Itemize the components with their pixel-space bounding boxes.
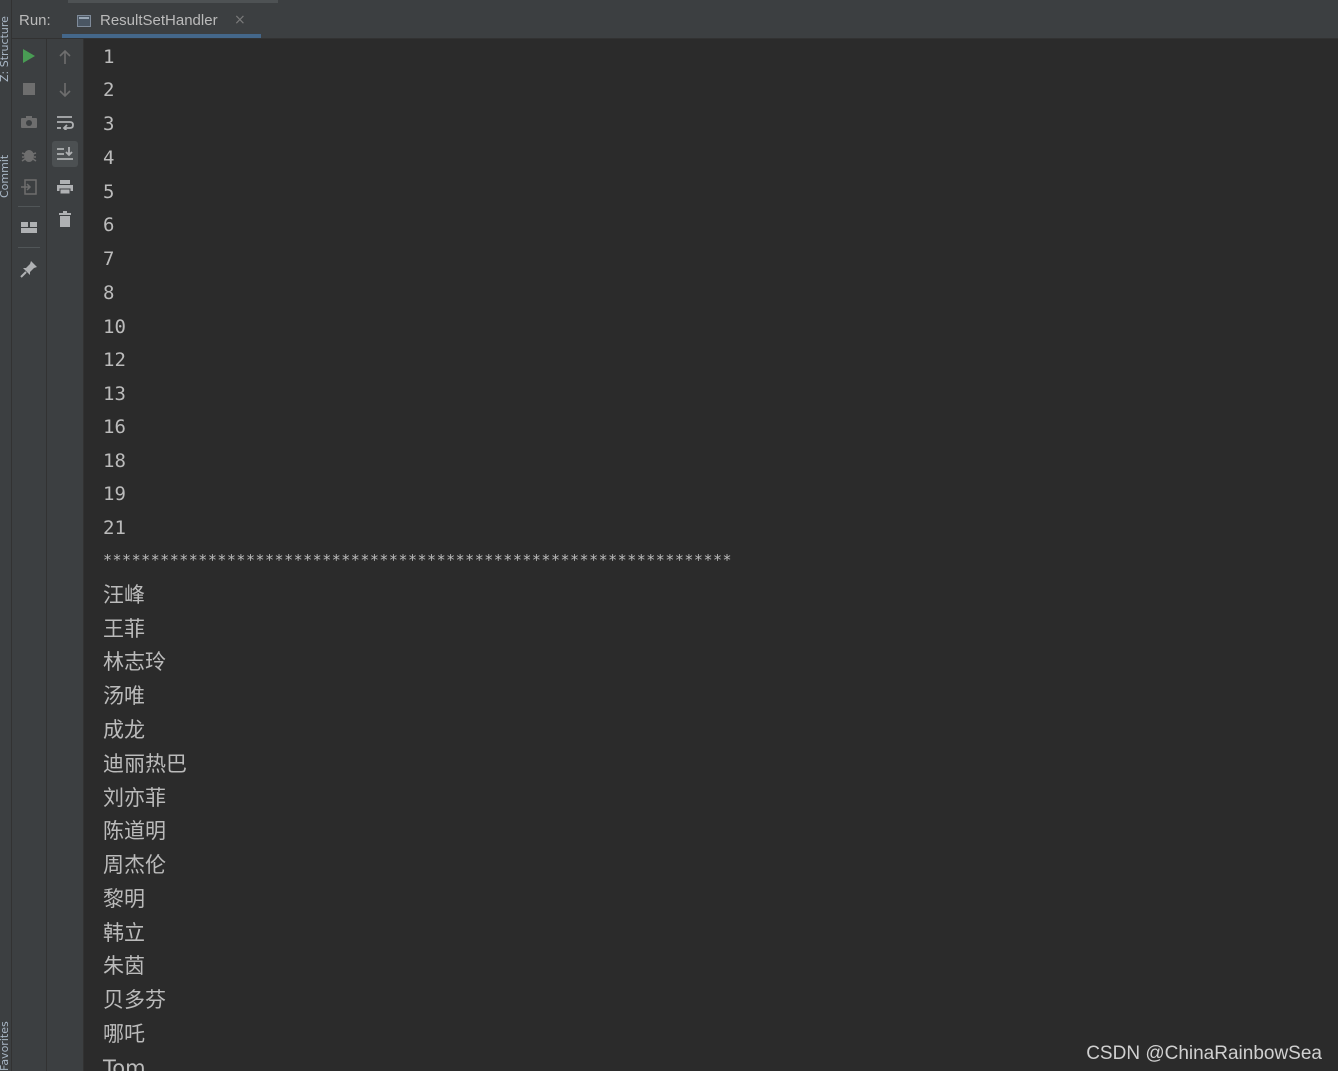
output-line-name: 王菲 xyxy=(103,617,145,641)
toolbar-separator xyxy=(18,206,40,207)
stop-button[interactable] xyxy=(16,76,42,102)
output-line-name: 哪吒 xyxy=(103,1022,145,1046)
run-toolbar-secondary xyxy=(47,39,84,1071)
scroll-to-end-icon xyxy=(57,147,73,160)
csdn-watermark: CSDN @ChinaRainbowSea xyxy=(1086,1043,1322,1064)
down-stack-button[interactable] xyxy=(52,77,78,103)
tab-title: ResultSetHandler xyxy=(100,12,218,29)
output-line-name: 朱茵 xyxy=(103,954,145,978)
output-line-number: 1 xyxy=(103,46,115,68)
rerun-icon xyxy=(23,49,35,63)
output-line-name: 黎明 xyxy=(103,887,145,911)
output-line-number: 13 xyxy=(103,383,126,405)
output-line-number: 5 xyxy=(103,181,115,203)
run-header: Run: ResultSetHandler × xyxy=(12,0,1338,39)
output-line-number: 2 xyxy=(103,79,115,101)
output-line-number: 7 xyxy=(103,248,115,270)
output-line-name: 贝多芬 xyxy=(103,988,166,1012)
debug-bug-icon xyxy=(21,150,37,162)
pin-icon xyxy=(20,261,37,278)
run-toolbar-primary xyxy=(12,39,47,1071)
output-line-name: 陈道明 xyxy=(103,819,166,843)
up-stack-button[interactable] xyxy=(52,44,78,70)
output-line-number: 10 xyxy=(103,316,126,338)
pin-tab-button[interactable] xyxy=(16,256,42,282)
stop-icon xyxy=(23,83,35,95)
debug-button[interactable] xyxy=(16,142,42,168)
console-window-icon xyxy=(77,15,91,27)
rerun-button[interactable] xyxy=(16,43,42,69)
restore-layout-button[interactable] xyxy=(16,214,42,240)
up-arrow-icon xyxy=(59,49,71,64)
output-line-number: 21 xyxy=(103,517,126,539)
run-label: Run: xyxy=(19,12,51,29)
output-line-number: 16 xyxy=(103,416,126,438)
output-line-number: 18 xyxy=(103,450,126,472)
trash-icon xyxy=(59,210,71,227)
output-line-number: 4 xyxy=(103,147,115,169)
clear-all-button[interactable] xyxy=(52,206,78,232)
header-topline xyxy=(68,0,278,3)
exit-button[interactable] xyxy=(16,174,42,200)
output-line-name: 刘亦菲 xyxy=(103,786,166,810)
camera-icon xyxy=(21,116,37,128)
output-line-number: 8 xyxy=(103,282,115,304)
favorites-side-tab[interactable]: Favorites xyxy=(0,1021,11,1071)
output-separator: ****************************************… xyxy=(103,551,733,569)
print-button[interactable] xyxy=(52,174,78,200)
output-line-name: 韩立 xyxy=(103,921,145,945)
soft-wrap-button[interactable] xyxy=(52,109,78,135)
output-line-name: 汪峰 xyxy=(103,583,145,607)
tab-resultsethandler[interactable]: ResultSetHandler × xyxy=(62,5,261,38)
output-line-number: 19 xyxy=(103,483,126,505)
output-line-number: 12 xyxy=(103,349,126,371)
output-line-name: 成龙 xyxy=(103,718,145,742)
output-line-number: 3 xyxy=(103,113,115,135)
dump-threads-button[interactable] xyxy=(16,109,42,135)
soft-wrap-icon xyxy=(57,116,74,130)
left-tool-strip: Z: Structure Commit Favorites xyxy=(0,0,12,1071)
output-line-name: 林志玲 xyxy=(103,650,166,674)
exit-login-icon xyxy=(21,179,37,195)
down-arrow-icon xyxy=(59,83,71,98)
run-tool-window: Z: Structure Commit Favorites Run: Resul… xyxy=(0,0,1338,1071)
structure-side-tab[interactable]: Z: Structure xyxy=(0,2,11,82)
output-line-name: 迪丽热巴 xyxy=(103,752,187,776)
toolbar-separator xyxy=(18,247,40,248)
output-line-number: 6 xyxy=(103,214,115,236)
console-output[interactable]: 1 2 3 4 5 6 7 8 10 12 13 16 18 19 21 ***… xyxy=(84,39,1338,1071)
commit-side-tab[interactable]: Commit xyxy=(0,120,11,198)
output-line-name: 周杰伦 xyxy=(103,853,166,877)
close-icon[interactable]: × xyxy=(234,12,246,28)
layout-icon xyxy=(21,222,37,233)
output-line-name: 汤唯 xyxy=(103,684,145,708)
scroll-to-end-button[interactable] xyxy=(52,141,78,167)
output-line-name: Tom xyxy=(103,1056,146,1071)
active-tab-underline xyxy=(62,34,261,38)
print-icon xyxy=(57,180,73,195)
